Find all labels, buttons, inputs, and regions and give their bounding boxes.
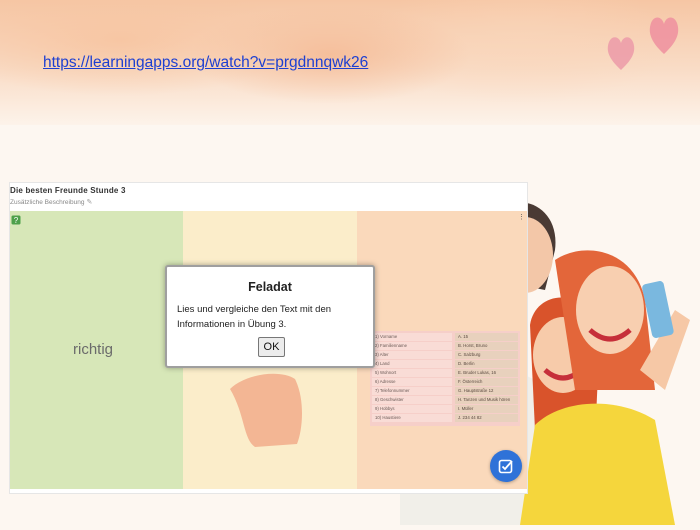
- match-right: G. Hauptstraße 12: [455, 386, 518, 396]
- match-right: A. 15: [455, 333, 518, 342]
- match-left: 3) Alter: [372, 350, 452, 360]
- match-left: 6) Adresse: [372, 377, 452, 387]
- match-left: 9) Hobbys: [372, 404, 452, 414]
- match-right: J. 234 44 82: [455, 413, 518, 423]
- table-row: 1) Vorname A. 15: [372, 333, 518, 342]
- heart-icon: [606, 32, 636, 72]
- match-left: 7) Telefonnummer: [372, 386, 452, 396]
- matching-card[interactable]: 1) Vorname A. 15 2) Familienname B. Horst,…: [370, 331, 520, 426]
- table-row: 7) Telefonnummer G. Hauptstraße 12: [372, 386, 518, 396]
- dialog-text: Lies und vergleiche den Text mit den Inf…: [177, 304, 332, 330]
- table-row: 9) Hobbys I. Müller: [372, 404, 518, 414]
- match-left: 1) Vorname: [372, 333, 452, 342]
- column-correct[interactable]: ? richtig: [10, 211, 183, 489]
- app-subtitle-text: Zusätzliche Beschreibung: [10, 199, 85, 206]
- match-right: F. Österreich: [455, 377, 518, 387]
- table-row: 10) Haustiere J. 234 44 82: [372, 413, 518, 423]
- table-row: 8) Geschwister H. Tanzen und Musik hören: [372, 395, 518, 405]
- card-shadow-shape: [230, 373, 302, 447]
- column-label-correct: richtig: [73, 341, 114, 358]
- app-subtitle: Zusätzliche Beschreibung ✎: [10, 198, 92, 206]
- table-row: 2) Familienname B. Horst, Bruno: [372, 341, 518, 351]
- svg-text:?: ?: [14, 216, 19, 225]
- ok-button[interactable]: OK: [258, 337, 285, 357]
- table-row: 5) Wohnort E. Bruder Lukas, 16: [372, 368, 518, 378]
- help-icon[interactable]: ?: [11, 212, 21, 225]
- check-icon: [498, 459, 513, 474]
- match-right: D. Berlin: [455, 359, 518, 369]
- table-row: 4) Land D. Berlin: [372, 359, 518, 369]
- match-left: 4) Land: [372, 359, 452, 369]
- match-left: 5) Wohnort: [372, 368, 452, 378]
- task-dialog: Feladat Lies und vergleiche den Text mit…: [165, 265, 375, 368]
- match-right: E. Bruder Lukas, 16: [455, 368, 518, 378]
- match-left: 8) Geschwister: [372, 395, 452, 405]
- match-right: B. Horst, Bruno: [455, 341, 518, 351]
- heart-icon: [648, 12, 680, 56]
- match-left: 10) Haustiere: [372, 413, 452, 423]
- match-right: H. Tanzen und Musik hören: [455, 395, 518, 405]
- match-right: C. Salzburg: [455, 350, 518, 360]
- pencil-icon[interactable]: ✎: [86, 199, 92, 206]
- check-solution-button[interactable]: [490, 450, 522, 482]
- app-title: Die besten Freunde Stunde 3: [10, 186, 126, 195]
- learningapps-link[interactable]: https://learningapps.org/watch?v=prgdnnq…: [43, 52, 378, 73]
- match-right: I. Müller: [455, 404, 518, 414]
- fullscreen-icon[interactable]: ⋮: [518, 213, 525, 221]
- table-row: 6) Adresse F. Österreich: [372, 377, 518, 387]
- match-left: 2) Familienname: [372, 341, 452, 351]
- table-row: 3) Alter C. Salzburg: [372, 350, 518, 360]
- dialog-title: Feladat: [248, 280, 292, 294]
